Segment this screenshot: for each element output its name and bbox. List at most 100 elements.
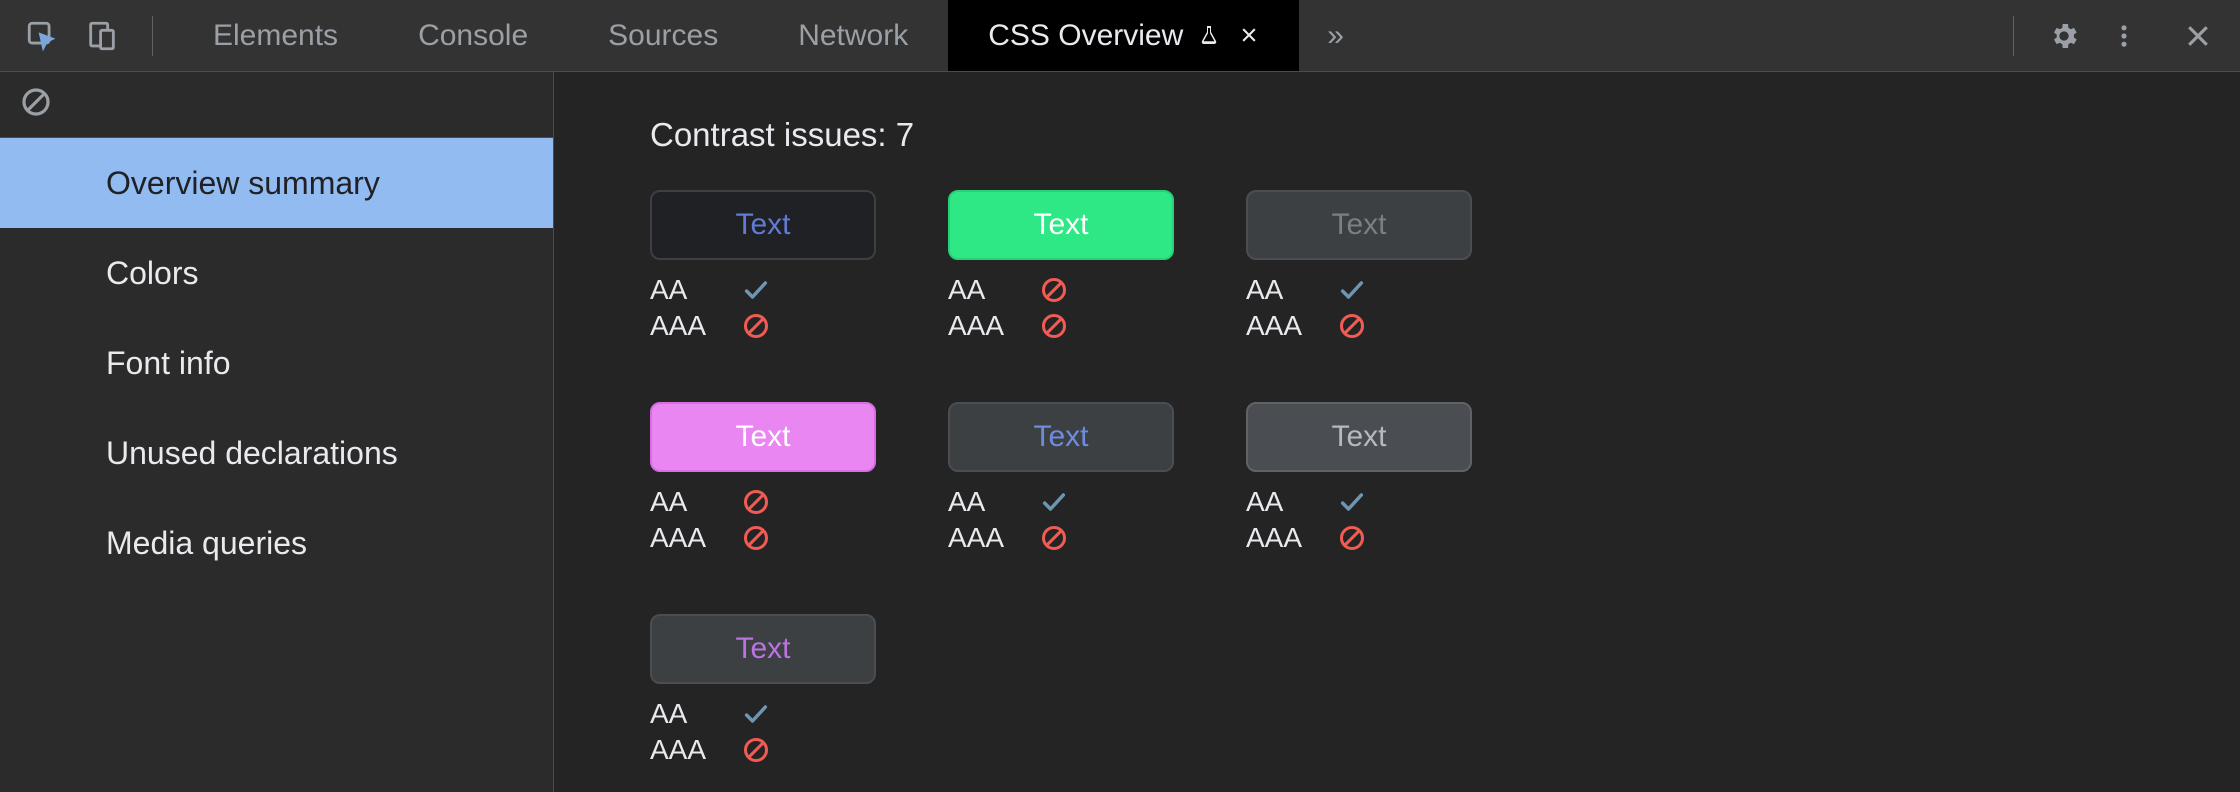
sidebar: Overview summary Colors Font info Unused… — [0, 72, 554, 792]
contrast-swatch-block: TextAAAAA — [948, 402, 1174, 554]
color-swatch[interactable]: Text — [650, 190, 876, 260]
rating-label: AAA — [650, 310, 742, 342]
sidebar-item-label: Font info — [106, 345, 231, 382]
contrast-swatch-block: TextAAAAA — [650, 402, 876, 554]
inspect-element-icon[interactable] — [18, 12, 66, 60]
contrast-ratings: AAAAA — [948, 486, 1174, 554]
rating-label: AAA — [650, 522, 742, 554]
sidebar-item-font-info[interactable]: Font info — [0, 318, 553, 408]
color-swatch[interactable]: Text — [650, 614, 876, 684]
tab-elements[interactable]: Elements — [173, 0, 378, 71]
rating-label: AA — [1246, 274, 1338, 306]
rating-row-aa: AA — [650, 274, 876, 306]
contrast-ratings: AAAAA — [650, 486, 876, 554]
rating-row-aaa: AAA — [948, 522, 1174, 554]
tab-css-overview[interactable]: CSS Overview — [948, 0, 1299, 71]
rating-row-aa: AA — [948, 486, 1174, 518]
checkmark-icon — [742, 700, 770, 728]
contrast-swatch-block: TextAAAAA — [1246, 190, 1472, 342]
tab-label: Console — [418, 19, 528, 53]
prohibited-icon — [1040, 276, 1068, 304]
rating-label: AA — [650, 698, 742, 730]
rating-label: AA — [948, 274, 1040, 306]
kebab-menu-icon[interactable] — [2100, 12, 2148, 60]
rating-row-aa: AA — [948, 274, 1174, 306]
color-swatch[interactable]: Text — [948, 402, 1174, 472]
panel-tabs: Elements Console Sources Network CSS Ove… — [173, 0, 1372, 71]
chevron-right-double-icon: » — [1327, 19, 1344, 53]
more-tabs-button[interactable]: » — [1299, 0, 1372, 71]
contrast-swatch-block: TextAAAAA — [1246, 402, 1472, 554]
rating-row-aaa: AAA — [650, 310, 876, 342]
rating-row-aa: AA — [650, 486, 876, 518]
contrast-swatch-block: TextAAAAA — [948, 190, 1174, 342]
checkmark-icon — [1338, 276, 1366, 304]
flask-icon — [1197, 24, 1221, 48]
rating-label: AAA — [948, 310, 1040, 342]
main-panel: Contrast issues: 7 TextAAAAATextAAAAATex… — [554, 72, 2240, 792]
tab-label: Sources — [608, 19, 718, 53]
sidebar-item-label: Colors — [106, 255, 198, 292]
rating-label: AA — [650, 274, 742, 306]
rating-label: AA — [948, 486, 1040, 518]
rating-label: AAA — [650, 734, 742, 766]
rating-row-aa: AA — [1246, 274, 1472, 306]
contrast-ratings: AAAAA — [948, 274, 1174, 342]
rating-label: AAA — [1246, 310, 1338, 342]
close-devtools-icon[interactable] — [2174, 12, 2222, 60]
clear-icon[interactable] — [20, 86, 52, 123]
color-swatch[interactable]: Text — [1246, 190, 1472, 260]
color-swatch[interactable]: Text — [1246, 402, 1472, 472]
sidebar-header — [0, 72, 553, 138]
contrast-ratings: AAAAA — [1246, 274, 1472, 342]
sidebar-item-colors[interactable]: Colors — [0, 228, 553, 318]
section-title: Contrast issues: 7 — [650, 116, 2144, 154]
rating-row-aa: AA — [1246, 486, 1472, 518]
tab-label: Network — [798, 19, 908, 53]
sidebar-item-label: Media queries — [106, 525, 307, 562]
prohibited-icon — [742, 312, 770, 340]
close-tab-icon[interactable] — [1239, 19, 1259, 53]
color-swatch[interactable]: Text — [948, 190, 1174, 260]
contrast-ratings: AAAAA — [650, 274, 876, 342]
tab-network[interactable]: Network — [758, 0, 948, 71]
rating-label: AAA — [1246, 522, 1338, 554]
sidebar-item-unused-declarations[interactable]: Unused declarations — [0, 408, 553, 498]
rating-row-aaa: AAA — [650, 522, 876, 554]
prohibited-icon — [1040, 524, 1068, 552]
panel-body: Overview summary Colors Font info Unused… — [0, 72, 2240, 792]
sidebar-item-media-queries[interactable]: Media queries — [0, 498, 553, 588]
rating-row-aa: AA — [650, 698, 876, 730]
contrast-swatch-block: TextAAAAA — [650, 614, 876, 766]
checkmark-icon — [1040, 488, 1068, 516]
contrast-ratings: AAAAA — [1246, 486, 1472, 554]
prohibited-icon — [1338, 312, 1366, 340]
prohibited-icon — [1338, 524, 1366, 552]
contrast-swatch-grid: TextAAAAATextAAAAATextAAAAATextAAAAAText… — [650, 190, 1650, 766]
contrast-ratings: AAAAA — [650, 698, 876, 766]
contrast-swatch-block: TextAAAAA — [650, 190, 876, 342]
checkmark-icon — [742, 276, 770, 304]
gear-icon[interactable] — [2040, 12, 2088, 60]
tab-console[interactable]: Console — [378, 0, 568, 71]
tab-label: CSS Overview — [988, 19, 1183, 53]
rating-label: AAA — [948, 522, 1040, 554]
rating-label: AA — [650, 486, 742, 518]
prohibited-icon — [742, 736, 770, 764]
devtools-toolbar: Elements Console Sources Network CSS Ove… — [0, 0, 2240, 72]
rating-row-aaa: AAA — [650, 734, 876, 766]
toolbar-separator — [152, 16, 153, 56]
rating-row-aaa: AAA — [1246, 310, 1472, 342]
prohibited-icon — [1040, 312, 1068, 340]
sidebar-item-label: Unused declarations — [106, 435, 398, 472]
sidebar-item-overview-summary[interactable]: Overview summary — [0, 138, 553, 228]
prohibited-icon — [742, 488, 770, 516]
tab-sources[interactable]: Sources — [568, 0, 758, 71]
toolbar-separator — [2013, 16, 2014, 56]
device-toggle-icon[interactable] — [78, 12, 126, 60]
tab-label: Elements — [213, 19, 338, 53]
rating-label: AA — [1246, 486, 1338, 518]
rating-row-aaa: AAA — [948, 310, 1174, 342]
color-swatch[interactable]: Text — [650, 402, 876, 472]
rating-row-aaa: AAA — [1246, 522, 1472, 554]
